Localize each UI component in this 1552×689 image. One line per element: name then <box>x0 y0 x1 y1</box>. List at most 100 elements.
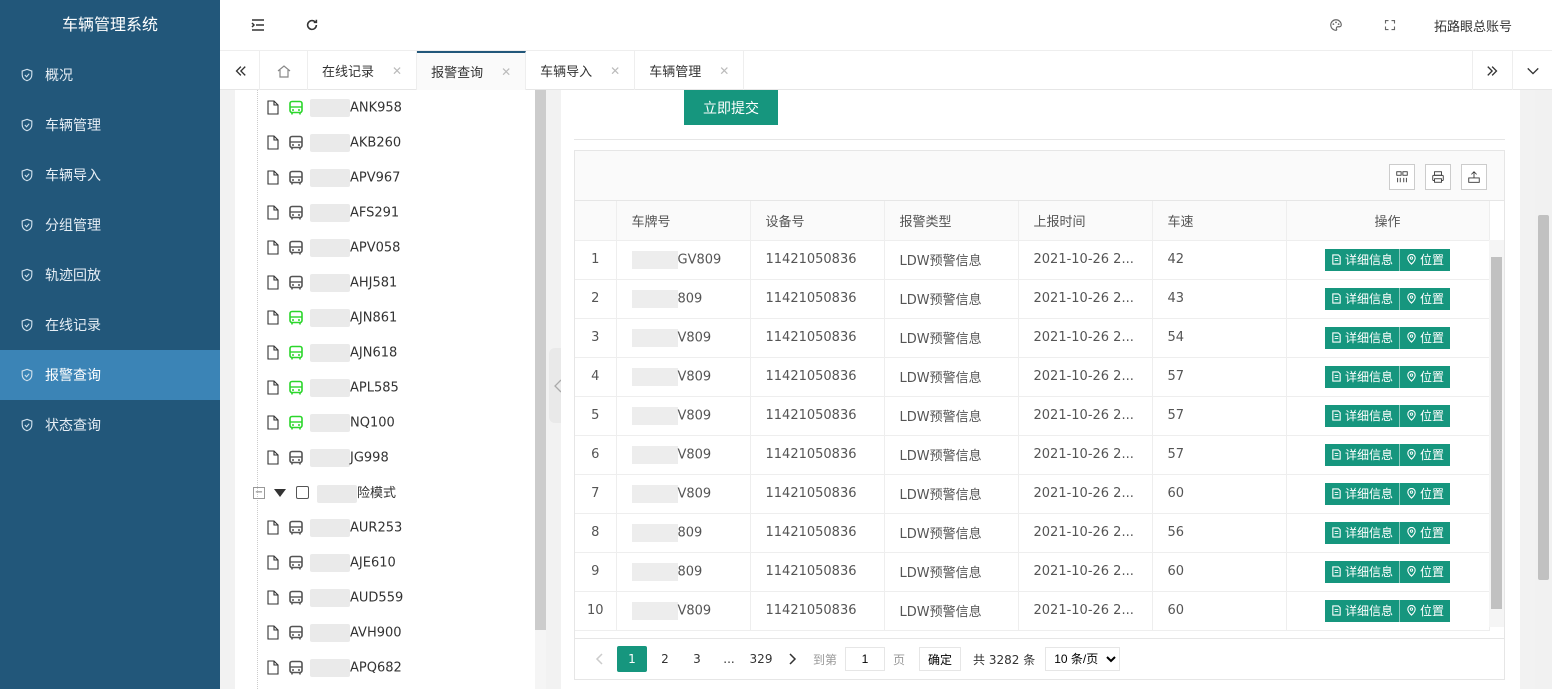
tree-scrollbar[interactable] <box>535 90 546 630</box>
close-icon[interactable]: ✕ <box>392 64 402 78</box>
tab-label: 在线记录 <box>322 65 375 80</box>
next-page-icon[interactable] <box>779 646 807 672</box>
tab[interactable]: 在线记录 ✕ <box>308 51 418 90</box>
location-button[interactable]: 位置 <box>1400 365 1451 388</box>
collapse-toggle-icon[interactable]: − <box>253 486 265 499</box>
detail-button[interactable]: 详细信息 <box>1324 443 1400 466</box>
fullscreen-icon[interactable] <box>1380 15 1400 35</box>
page-number[interactable]: 2 <box>651 646 679 672</box>
location-button[interactable]: 位置 <box>1400 287 1451 310</box>
tree-vehicle-node[interactable]: AJN861 <box>235 300 397 335</box>
sidebar-item[interactable]: 分组管理 <box>0 200 220 250</box>
detail-button[interactable]: 详细信息 <box>1324 560 1400 583</box>
table-row[interactable]: 1 GV809 11421050836 LDW预警信息 2021-10-26 2... 4… <box>575 240 1490 280</box>
tree-vehicle-node[interactable]: AUD559 <box>235 580 403 615</box>
sidebar-item[interactable]: 车辆导入 <box>0 150 220 200</box>
tree-vehicle-node[interactable]: APV058 <box>235 230 400 265</box>
location-button[interactable]: 位置 <box>1400 560 1451 583</box>
plate-cell: V809 <box>616 396 751 436</box>
sidebar-item[interactable]: 轨迹回放 <box>0 250 220 300</box>
table-row[interactable]: 4 V809 11421050836 LDW预警信息 2021-10-26 2... 57… <box>575 357 1490 397</box>
table-row[interactable]: 6 V809 11421050836 LDW预警信息 2021-10-26 2... 57… <box>575 435 1490 475</box>
tree-vehicle-node[interactable]: AKB260 <box>235 125 401 160</box>
account-name[interactable]: 拓路眼总账号 <box>1434 16 1512 35</box>
prev-page-icon[interactable] <box>585 646 613 672</box>
tree-vehicle-node[interactable]: JG998 <box>235 440 389 475</box>
sidebar-item[interactable]: 概况 <box>0 50 220 100</box>
tree-vehicle-node[interactable]: APL585 <box>235 370 399 405</box>
submit-button[interactable]: 立即提交 <box>684 90 778 125</box>
tree-group-node[interactable]: − 险模式 <box>235 475 396 510</box>
page-number[interactable]: 329 <box>747 646 775 672</box>
table-row[interactable]: 2 809 11421050836 LDW预警信息 2021-10-26 2... 43 详… <box>575 279 1490 319</box>
refresh-icon[interactable] <box>302 15 322 35</box>
goto-confirm-button[interactable]: 确定 <box>919 647 962 671</box>
location-pin-icon <box>1406 293 1420 304</box>
tabs-scroll-left-icon[interactable] <box>220 51 260 90</box>
detail-button[interactable]: 详细信息 <box>1324 599 1400 622</box>
close-icon[interactable]: ✕ <box>501 65 511 79</box>
file-icon <box>267 170 279 185</box>
table-row[interactable]: 10 V809 11421050836 LDW预警信息 2021-10-26 2... 6… <box>575 591 1490 631</box>
detail-button[interactable]: 详细信息 <box>1324 365 1400 388</box>
tab[interactable]: 报警查询 ✕ <box>417 51 527 90</box>
location-button[interactable]: 位置 <box>1400 482 1451 505</box>
collapse-menu-icon[interactable] <box>248 15 268 35</box>
close-icon[interactable]: ✕ <box>610 64 620 78</box>
palette-icon[interactable] <box>1326 15 1346 35</box>
page-number[interactable]: 3 <box>683 646 711 672</box>
caret-down-icon[interactable] <box>274 488 286 497</box>
tab[interactable]: 车辆管理 ✕ <box>635 51 745 90</box>
table-row[interactable]: 8 809 11421050836 LDW预警信息 2021-10-26 2... 56 详… <box>575 513 1490 553</box>
location-button[interactable]: 位置 <box>1400 599 1451 622</box>
location-button[interactable]: 位置 <box>1400 404 1451 427</box>
tree-vehicle-node[interactable]: APV967 <box>235 160 400 195</box>
sidebar-item[interactable]: 状态查询 <box>0 400 220 450</box>
tree-vehicle-node[interactable]: AJE610 <box>235 545 396 580</box>
sidebar-item[interactable]: 车辆管理 <box>0 100 220 150</box>
location-button[interactable]: 位置 <box>1400 443 1451 466</box>
tabs-scroll-right-icon[interactable] <box>1472 51 1512 90</box>
location-button[interactable]: 位置 <box>1400 248 1451 271</box>
tree-vehicle-node[interactable]: AHJ581 <box>235 265 397 300</box>
columns-filter-icon[interactable] <box>1389 164 1415 190</box>
tree-vehicle-node[interactable]: AUR253 <box>235 510 402 545</box>
tree-vehicle-node[interactable]: APQ682 <box>235 650 402 685</box>
tree-vehicle-node[interactable]: AJN618 <box>235 335 397 370</box>
print-icon[interactable] <box>1425 164 1451 190</box>
table-scrollbar-thumb[interactable] <box>1491 257 1502 609</box>
detail-button[interactable]: 详细信息 <box>1324 482 1400 505</box>
page-size-select[interactable]: 10 条/页 <box>1045 647 1121 671</box>
tree-vehicle-node[interactable]: ANK958 <box>235 90 402 125</box>
close-icon[interactable]: ✕ <box>719 64 729 78</box>
vehicle-plate: ANK958 <box>350 100 402 115</box>
table-row[interactable]: 7 V809 11421050836 LDW预警信息 2021-10-26 2... 60… <box>575 474 1490 514</box>
location-button[interactable]: 位置 <box>1400 521 1451 544</box>
goto-page-input[interactable] <box>845 647 886 671</box>
tabs-dropdown-icon[interactable] <box>1512 51 1552 90</box>
home-tab-icon[interactable] <box>260 51 308 90</box>
table-row[interactable]: 9 809 11421050836 LDW预警信息 2021-10-26 2... 60 详… <box>575 552 1490 592</box>
detail-button[interactable]: 详细信息 <box>1324 404 1400 427</box>
tree-vehicle-node[interactable]: AVH900 <box>235 615 402 650</box>
group-checkbox[interactable] <box>296 486 309 499</box>
detail-button[interactable]: 详细信息 <box>1324 248 1400 271</box>
table-row[interactable]: 3 V809 11421050836 LDW预警信息 2021-10-26 2... 54… <box>575 318 1490 358</box>
tab[interactable]: 车辆导入 ✕ <box>526 51 636 90</box>
tree-vehicle-node[interactable]: NQ100 <box>235 405 395 440</box>
file-icon <box>267 625 279 640</box>
detail-button[interactable]: 详细信息 <box>1324 521 1400 544</box>
table-row[interactable]: 5 V809 11421050836 LDW预警信息 2021-10-26 2... 57… <box>575 396 1490 436</box>
sidebar-item[interactable]: 在线记录 <box>0 300 220 350</box>
vehicle-plate: APV058 <box>350 240 401 255</box>
location-button[interactable]: 位置 <box>1400 326 1451 349</box>
detail-button[interactable]: 详细信息 <box>1324 326 1400 349</box>
export-icon[interactable] <box>1461 164 1487 190</box>
tree-vehicle-node[interactable]: AFS291 <box>235 195 399 230</box>
row-index: 4 <box>575 357 617 397</box>
sidebar-item[interactable]: 报警查询 <box>0 350 220 400</box>
page-number[interactable]: 1 <box>617 646 647 672</box>
page-scrollbar-thumb[interactable] <box>1538 215 1549 580</box>
bus-icon <box>288 555 304 571</box>
detail-button[interactable]: 详细信息 <box>1324 287 1400 310</box>
